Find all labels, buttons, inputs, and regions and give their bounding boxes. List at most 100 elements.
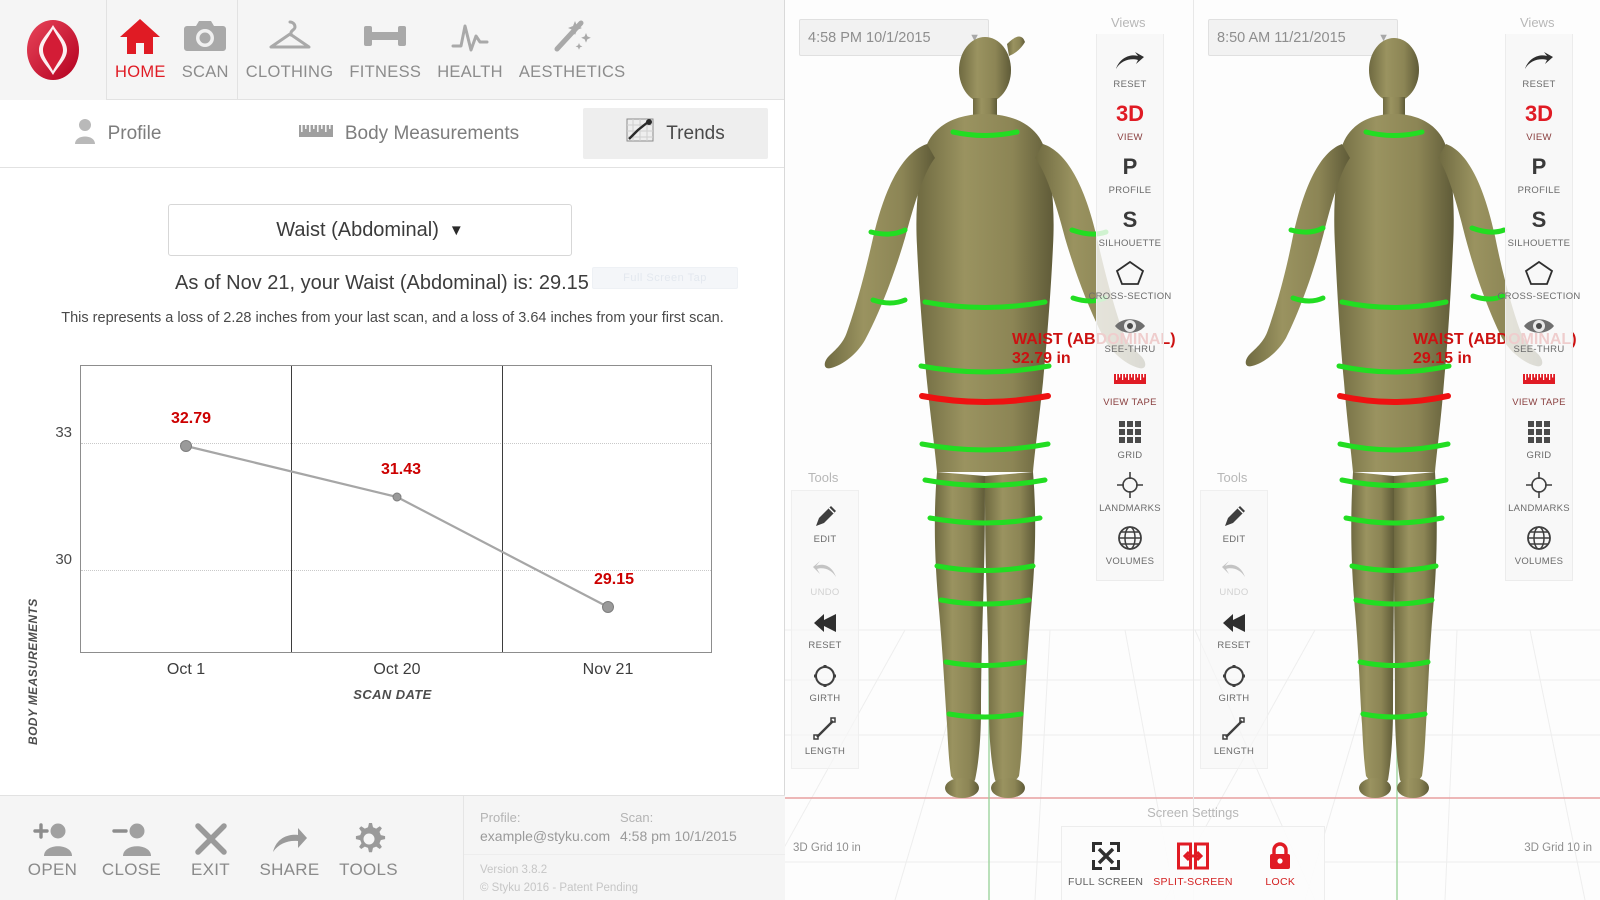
reset-arrow-icon [1524,46,1554,76]
full-screen-tap-button[interactable]: Full Screen Tap [592,267,738,289]
tool-edit-left[interactable]: EDIT [791,495,859,548]
chart-y-axis-label: BODY MEASUREMENTS [26,598,40,745]
view-3d-left[interactable]: 3D VIEW [1096,93,1164,146]
tool-reset-right[interactable]: RESET [1200,601,1268,654]
profile-info: Profile: example@styku.com [480,810,620,844]
view-profile-label-left: PROFILE [1108,185,1152,196]
close-button[interactable]: CLOSE [93,802,170,894]
tool-undo-label-right: UNDO [1219,587,1249,598]
styku-logo-icon [27,20,79,80]
tool-length-right[interactable]: LENGTH [1200,707,1268,760]
nav-item-health[interactable]: HEALTH [429,0,511,100]
trend-chart: BODY MEASUREMENTS 33 30 32.79 31.43 29.1… [0,355,785,745]
tool-edit-label-right: EDIT [1222,534,1246,545]
silhouette-icon: S [1122,207,1138,232]
view-profile-right[interactable]: P PROFILE [1505,146,1573,199]
view-tape-right[interactable]: VIEW TAPE [1505,358,1573,411]
tool-undo-label-left: UNDO [810,587,840,598]
chart-x-axis-label: SCAN DATE [353,687,432,702]
tool-length-label-left: LENGTH [804,746,846,757]
view-grid-right[interactable]: GRID [1505,411,1573,464]
split-screen-button[interactable]: SPLIT-SCREEN [1151,840,1235,888]
view-volumes-left[interactable]: VOLUMES [1096,517,1164,570]
view-grid-label-right: GRID [1526,450,1552,461]
nav-item-scan[interactable]: SCAN [174,0,237,100]
tab-body-measurements[interactable]: Body Measurements [235,100,583,167]
view-volumes-right[interactable]: VOLUMES [1505,517,1573,570]
trend-detail-text: This represents a loss of 2.28 inches fr… [61,310,724,326]
pentagon-icon [1524,258,1554,288]
view-reset-left[interactable]: RESET [1096,40,1164,93]
tool-reset-label-left: RESET [808,640,842,651]
measurement-select[interactable]: Waist (Abdominal) ▼ [168,204,572,256]
scan-caption: Scan: [620,810,654,825]
chart-point-0[interactable] [180,440,192,452]
chart-point-2[interactable] [602,601,614,613]
ruler-icon [298,121,333,146]
view-landmarks-right[interactable]: LANDMARKS [1505,464,1573,517]
version-text: Version 3.8.2 [480,864,548,876]
view-3d-right[interactable]: 3D VIEW [1505,93,1573,146]
view-grid-left[interactable]: GRID [1096,411,1164,464]
view-reset-right[interactable]: RESET [1505,40,1573,93]
view-see-thru-left[interactable]: SEE-THRU [1096,305,1164,358]
view-landmarks-left[interactable]: LANDMARKS [1096,464,1164,517]
full-screen-label: FULL SCREEN [1068,875,1144,888]
scan-value: 4:58 pm 10/1/2015 [620,828,737,844]
splitscreen-icon [1176,840,1209,872]
view-cross-section-label-left: CROSS-SECTION [1088,291,1172,302]
view-see-thru-right[interactable]: SEE-THRU [1505,305,1573,358]
share-button[interactable]: SHARE [251,802,328,894]
chart-plot-area: 32.79 31.43 29.15 [80,365,712,653]
tool-reset-left[interactable]: RESET [791,601,859,654]
nav-label-scan: SCAN [181,63,229,81]
chart-point-label-2: 29.15 [593,571,635,588]
tool-length-label-right: LENGTH [1213,746,1255,757]
eye-icon [1114,311,1146,341]
share-button-label: SHARE [259,860,320,879]
undo-arrow-icon [812,555,838,585]
view-silhouette-right[interactable]: S SILHOUETTE [1505,199,1573,252]
tab-trends[interactable]: Trends [583,108,768,159]
tool-girth-right[interactable]: GIRTH [1200,654,1268,707]
screen-settings-caption: Screen Settings [1147,805,1239,820]
view-silhouette-left[interactable]: S SILHOUETTE [1096,199,1164,252]
grid-note-left: 3D Grid 10 in [793,842,861,854]
tool-girth-left[interactable]: GIRTH [791,654,859,707]
lock-button[interactable]: LOCK [1238,840,1322,888]
full-screen-button[interactable]: FULL SCREEN [1064,840,1148,888]
tool-length-left[interactable]: LENGTH [791,707,859,760]
tab-profile[interactable]: Profile [0,100,235,167]
exit-button[interactable]: EXIT [172,802,249,894]
heartbeat-icon [449,10,491,62]
screen-settings-panel: Screen Settings FULL SCREEN SPLIT-SCREEN… [1061,805,1325,900]
view-cross-section-left[interactable]: CROSS-SECTION [1088,252,1171,305]
nav-item-clothing[interactable]: CLOTHING [238,0,342,100]
view-profile-left[interactable]: P PROFILE [1096,146,1164,199]
nav-item-home[interactable]: HOME [107,0,174,100]
tools-panel-left: EDIT UNDO RESET GIRTH LENGTH [791,490,859,769]
tool-edit-right[interactable]: EDIT [1200,495,1268,548]
grid-icon [1118,417,1142,447]
nav-item-fitness[interactable]: FITNESS [341,0,429,100]
views-panel-left: RESET 3D VIEW P PROFILE S SILHOUETTE CRO… [1088,34,1171,581]
nav-item-aesthetics[interactable]: AESTHETICS [511,0,634,100]
chart-point-label-1: 31.43 [380,461,422,478]
scan-viewer: 4:58 PM 10/1/2015 ▼ WAIST (ABDOMINAL) 32… [785,0,1600,900]
profile-caption: Profile: [480,810,521,825]
exit-button-label: EXIT [191,860,230,879]
magic-wand-icon [549,10,595,62]
profile-value: example@styku.com [480,828,611,844]
chart-point-1[interactable] [392,492,402,502]
remove-user-icon [111,816,152,856]
profile-view-icon: P [1531,154,1547,179]
eye-icon [1523,311,1555,341]
tool-undo-right[interactable]: UNDO [1200,548,1268,601]
view-tape-left[interactable]: VIEW TAPE [1096,358,1164,411]
chart-x-tick-1: Oct 20 [373,661,421,678]
tool-undo-left[interactable]: UNDO [791,548,859,601]
view-cross-section-right[interactable]: CROSS-SECTION [1497,252,1580,305]
tools-button[interactable]: TOOLS [330,802,407,894]
open-button[interactable]: OPEN [14,802,91,894]
tab-profile-label: Profile [107,122,162,144]
